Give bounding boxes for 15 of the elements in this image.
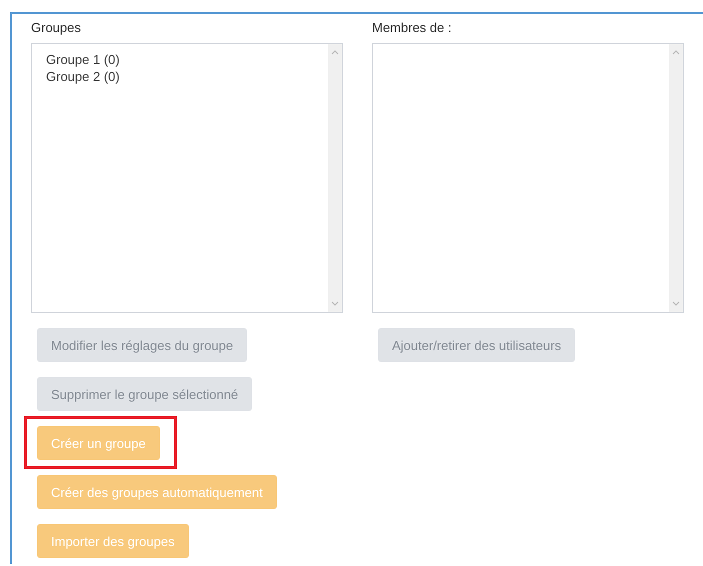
scrollbar[interactable] bbox=[669, 44, 683, 312]
scroll-down-icon[interactable] bbox=[672, 301, 680, 306]
groups-label: Groupes bbox=[31, 19, 81, 37]
action-button[interactable]: Importer des groupes bbox=[37, 524, 189, 558]
group-item[interactable]: Groupe 1 (0) bbox=[46, 51, 328, 68]
members-list[interactable] bbox=[372, 43, 684, 313]
groups-list[interactable]: Groupe 1 (0) Groupe 2 (0) bbox=[31, 43, 343, 313]
scrollbar[interactable] bbox=[328, 44, 342, 312]
action-button[interactable]: Créer des groupes automatiquement bbox=[37, 475, 277, 509]
action-button[interactable]: Créer un groupe bbox=[37, 426, 160, 460]
group-item[interactable]: Groupe 2 (0) bbox=[46, 68, 328, 85]
scroll-up-icon[interactable] bbox=[672, 50, 680, 55]
scroll-up-icon[interactable] bbox=[331, 50, 339, 55]
scroll-down-icon[interactable] bbox=[331, 301, 339, 306]
members-label: Membres de : bbox=[372, 19, 452, 37]
